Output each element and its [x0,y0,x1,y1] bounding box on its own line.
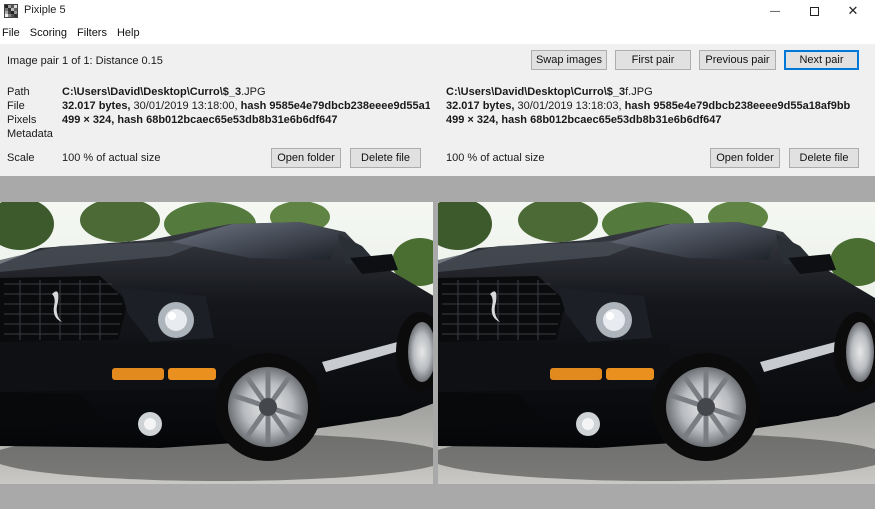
right-image [438,202,875,484]
close-icon: ✕ [847,3,859,18]
menu-help[interactable]: Help [113,27,146,39]
image-area-bottom-band [0,484,875,509]
path-label: Path [7,86,30,98]
menu-file[interactable]: File [0,27,26,39]
close-button[interactable]: ✕ [834,0,872,22]
right-open-folder-button[interactable]: Open folder [710,148,780,168]
left-scale-value: 100 % of actual size [62,152,161,164]
right-path-value: C:\Users\David\Desktop\Curro\$_3f.JPG [446,86,653,98]
first-pair-button[interactable]: First pair [615,50,691,70]
left-car-photo [0,202,433,484]
file-label: File [7,100,25,112]
title-bar: Pixiple 5 — ✕ [0,0,875,22]
right-delete-file-button[interactable]: Delete file [789,148,859,168]
scale-label: Scale [7,152,35,164]
right-info-panel: C:\Users\David\Desktop\Curro\$_3f.JPG 32… [438,76,875,176]
left-file-value: 32.017 bytes, 30/01/2019 13:18:00, hash … [62,100,430,112]
menu-scoring[interactable]: Scoring [26,27,73,39]
left-delete-file-button[interactable]: Delete file [350,148,421,168]
metadata-label: Metadata [7,128,53,140]
pair-status: Image pair 1 of 1: Distance 0.15 [7,55,163,67]
right-pixels-value: 499 × 324, hash 68b012bcaec65e53db8b31e6… [446,114,722,126]
maximize-button[interactable] [795,0,833,22]
next-pair-button[interactable]: Next pair [784,50,859,70]
right-scale-value: 100 % of actual size [446,152,545,164]
left-path-value: C:\Users\David\Desktop\Curro\$_3.JPG [62,86,266,98]
left-pixels-value: 499 × 324, hash 68b012bcaec65e53db8b31e6… [62,114,338,126]
minimize-icon: — [770,5,780,17]
left-info-panel: Path C:\Users\David\Desktop\Curro\$_3.JP… [0,76,435,176]
pixiple-app-icon [4,4,18,18]
image-area-top-band [0,176,875,202]
left-open-folder-button[interactable]: Open folder [271,148,341,168]
maximize-icon [809,6,819,16]
pair-toolbar: Image pair 1 of 1: Distance 0.15 Swap im… [0,44,875,76]
right-car-photo [438,202,875,484]
menu-filters[interactable]: Filters [73,27,113,39]
pixels-label: Pixels [7,114,37,126]
minimize-button[interactable]: — [756,0,794,22]
right-file-value: 32.017 bytes, 30/01/2019 13:18:03, hash … [446,100,851,112]
previous-pair-button[interactable]: Previous pair [699,50,776,70]
left-image [0,202,433,484]
window-title: Pixiple 5 [24,4,66,16]
menu-bar: File Scoring Filters Help [0,24,146,42]
swap-images-button[interactable]: Swap images [531,50,607,70]
